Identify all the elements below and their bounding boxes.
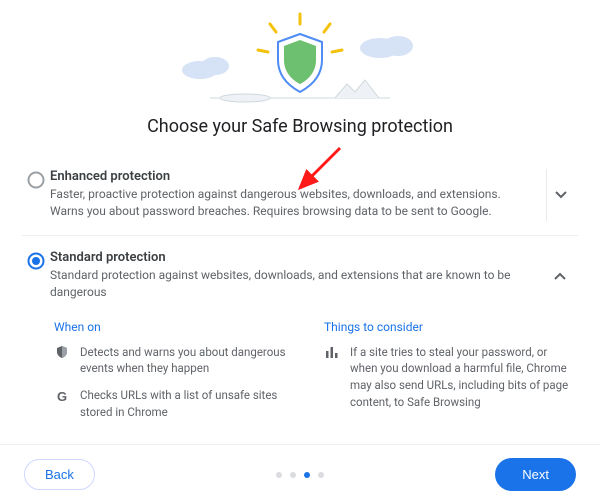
collapse-standard[interactable] [546,250,574,302]
expand-enhanced[interactable] [546,169,574,221]
shield-check-icon [54,344,70,377]
chevron-down-icon [554,188,568,202]
option-standard-details: When on Detects and warns you about dang… [22,316,578,439]
consider-heading: Things to consider [324,320,574,334]
step-dot-0 [276,472,282,478]
back-button[interactable]: Back [24,459,95,490]
step-dot-1 [290,472,296,478]
radio-standard[interactable] [22,250,50,270]
option-enhanced-title: Enhanced protection [50,169,536,184]
hero-illustration [0,0,600,110]
step-dot-3 [318,472,324,478]
next-button[interactable]: Next [495,458,576,491]
when-on-item-0: Detects and warns you about dangerous ev… [80,344,304,377]
when-on-item-1: Checks URLs with a list of unsafe sites … [80,387,304,420]
option-standard-title: Standard protection [50,250,536,265]
shield-icon [278,34,322,92]
chevron-up-icon [553,269,567,283]
consider-item-0: If a site tries to steal your password, … [350,344,574,411]
page-title: Choose your Safe Browsing protection [0,116,600,137]
when-on-heading: When on [54,320,304,334]
google-g-icon: G [54,387,70,420]
option-standard[interactable]: Standard protection Standard protection … [22,236,578,316]
option-enhanced[interactable]: Enhanced protection Faster, proactive pr… [22,155,578,236]
footer: Back Next [0,444,600,504]
radio-enhanced[interactable] [22,169,50,189]
bars-icon [324,344,340,411]
step-dot-2 [304,472,310,478]
option-enhanced-desc: Faster, proactive protection against dan… [50,186,536,221]
option-standard-desc: Standard protection against websites, do… [50,267,536,302]
step-indicator [276,472,324,478]
